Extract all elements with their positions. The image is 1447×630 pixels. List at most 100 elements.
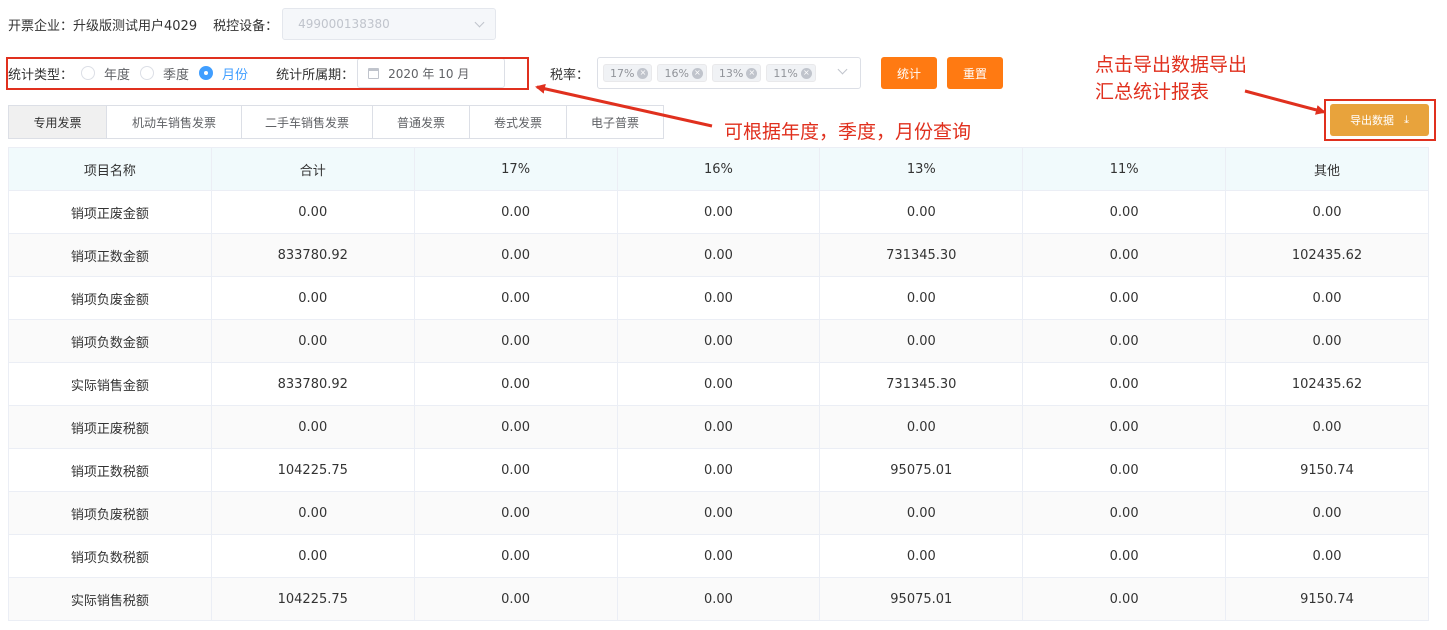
summary-table: 项目名称 合计 17% 16% 13% 11% 其他 销项正废金额 0.00 0.0… [8,147,1429,621]
value-cell: 833780.92 [210,233,415,277]
value-cell: 0.00 [616,534,821,578]
close-icon[interactable]: × [800,67,812,79]
export-data-button[interactable]: 导出数据 ⤓ [1330,104,1429,136]
value-cell: 0.00 [413,534,618,578]
device-value: 499000138380 [298,17,390,31]
close-icon[interactable]: × [637,67,649,79]
value-cell: 0.00 [616,405,821,449]
value-cell: 0.00 [1022,491,1227,535]
value-cell: 104225.75 [210,577,415,621]
chevron-down-icon [474,17,485,27]
tab-used-car-invoice[interactable]: 二手车销售发票 [242,106,373,138]
value-cell: 0.00 [616,233,821,277]
value-cell: 0.00 [1225,491,1429,535]
value-cell: 95075.01 [819,448,1024,492]
value-cell: 0.00 [1022,233,1227,277]
invoice-type-tabs: 专用发票 机动车销售发票 二手车销售发票 普通发票 卷式发票 电子普票 [8,105,664,139]
row-name-cell: 销项负废税额 [8,491,212,535]
rate-tag-label: 16% [664,66,689,80]
value-cell: 0.00 [819,405,1024,449]
stat-button[interactable]: 统计 [881,57,937,89]
table-row: 销项正数税额 104225.75 0.00 0.00 95075.01 0.00 9150.… [8,448,1429,492]
value-cell: 0.00 [616,577,821,621]
annotation-export-line1: 点击导出数据导出 [1095,54,1248,76]
close-icon[interactable]: × [691,67,703,79]
column-header: 项目名称 [8,147,212,191]
row-name-cell: 销项正废税额 [8,405,212,449]
value-cell: 102435.62 [1225,362,1429,406]
value-cell: 0.00 [1022,362,1227,406]
column-header: 17% [413,147,618,191]
value-cell: 0.00 [210,276,415,320]
reset-button[interactable]: 重置 [947,57,1003,89]
value-cell: 0.00 [413,448,618,492]
header-row: 开票企业：升级版测试用户4029 税控设备： 499000138380 [8,8,497,40]
value-cell: 0.00 [210,491,415,535]
rate-tag-label: 13% [718,66,744,80]
tab-vehicle-invoice[interactable]: 机动车销售发票 [107,106,242,138]
column-header: 16% [616,147,821,191]
rate-tag-label: 17% [610,66,635,80]
close-icon[interactable]: × [746,67,758,79]
rate-tag-label: 11% [773,66,798,80]
row-name-cell: 销项负数税额 [8,534,212,578]
tab-roll-invoice[interactable]: 卷式发票 [470,106,567,138]
value-cell: 0.00 [210,534,415,578]
value-cell: 0.00 [1225,276,1429,320]
value-cell: 0.00 [616,362,821,406]
value-cell: 9150.74 [1225,448,1429,492]
rate-tag: 16% × [657,64,707,82]
annotation-query: 可根据年度，季度，月份查询 [724,121,972,143]
table-row: 销项正废税额 0.00 0.00 0.00 0.00 0.00 0.00 [8,405,1429,449]
column-header: 合计 [210,147,415,191]
value-cell: 0.00 [210,190,415,234]
download-icon: ⤓ [1404,113,1409,126]
value-cell: 0.00 [819,491,1024,535]
value-cell: 0.00 [1022,577,1227,621]
tab-e-invoice[interactable]: 电子普票 [567,106,663,138]
value-cell: 833780.92 [210,362,415,406]
value-cell: 0.00 [413,319,618,363]
value-cell: 0.00 [1022,319,1227,363]
value-cell: 0.00 [616,190,821,234]
value-cell: 0.00 [819,534,1024,578]
value-cell: 0.00 [616,448,821,492]
value-cell: 731345.30 [819,233,1024,277]
column-header: 11% [1022,147,1227,191]
table-row: 销项正废金额 0.00 0.00 0.00 0.00 0.00 0.00 [8,190,1429,234]
row-name-cell: 销项正数金额 [8,233,212,277]
highlight-box-filters [6,57,529,90]
rate-multiselect[interactable]: 17% × 16% × 13% × 11% × [597,57,861,89]
value-cell: 104225.75 [210,448,415,492]
rate-label: 税率： [550,68,590,83]
export-label: 导出数据 [1350,114,1395,127]
value-cell: 0.00 [413,362,618,406]
tab-special-invoice[interactable]: 专用发票 [9,106,107,138]
value-cell: 0.00 [210,319,415,363]
annotation-export-line2: 汇总统计报表 [1095,81,1210,103]
arrow-to-export [1244,89,1326,115]
value-cell: 0.00 [616,319,821,363]
value-cell: 0.00 [616,491,821,535]
rate-tag: 13% × [711,64,762,82]
tab-normal-invoice[interactable]: 普通发票 [373,106,470,138]
table-row: 实际销售金额 833780.92 0.00 0.00 731345.30 0.00 1024… [8,362,1429,406]
company-name: 开票企业：升级版测试用户4029 [8,18,198,34]
table-row: 销项负废税额 0.00 0.00 0.00 0.00 0.00 0.00 [8,491,1429,535]
table-header-row: 项目名称 合计 17% 16% 13% 11% 其他 [8,147,1429,191]
value-cell: 0.00 [413,276,618,320]
table-row: 销项负数税额 0.00 0.00 0.00 0.00 0.00 0.00 [8,534,1429,578]
value-cell: 0.00 [1022,534,1227,578]
value-cell: 0.00 [210,405,415,449]
device-label: 税控设备： [213,18,279,34]
table-row: 销项负废金额 0.00 0.00 0.00 0.00 0.00 0.00 [8,276,1429,320]
value-cell: 0.00 [1022,276,1227,320]
value-cell: 0.00 [1022,190,1227,234]
row-name-cell: 销项正废金额 [8,190,212,234]
rate-tag: 11% × [766,64,816,82]
value-cell: 0.00 [1022,405,1227,449]
value-cell: 0.00 [1225,405,1429,449]
value-cell: 0.00 [819,319,1024,363]
chevron-down-icon [837,64,848,75]
device-select[interactable]: 499000138380 [282,8,497,40]
